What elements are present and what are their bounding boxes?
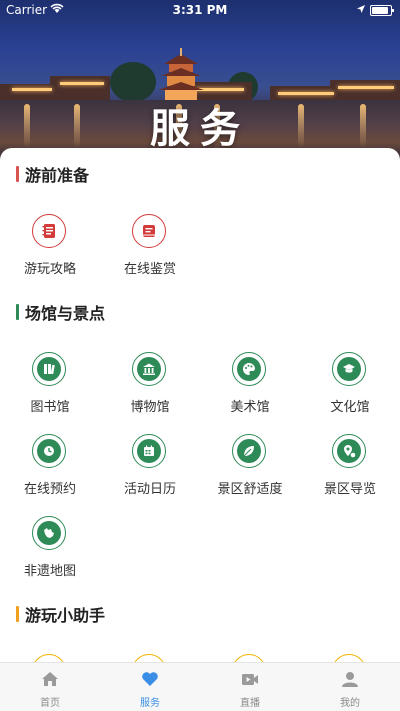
video-icon: [242, 674, 258, 685]
service-item-online-booking[interactable]: 在线预约: [0, 434, 100, 504]
tab-label: 服务: [140, 698, 160, 709]
service-item-label: 博物馆: [130, 400, 170, 415]
service-item-scenic-guide[interactable]: 景区导览: [300, 434, 400, 504]
section-title: 游玩小助手: [25, 606, 106, 625]
service-item-library[interactable]: 图书馆: [0, 352, 100, 422]
books-icon: [32, 352, 66, 386]
tab-label: 我的: [340, 698, 360, 709]
service-item-label: 图书馆: [30, 400, 70, 415]
museum-icon: [132, 352, 166, 386]
tab-live[interactable]: 直播: [200, 663, 300, 711]
service-item-museum[interactable]: 博物馆: [100, 352, 200, 422]
service-item-label: 游玩攻略: [23, 262, 76, 277]
calendar-icon: [132, 434, 166, 468]
section-header-assistant: 游玩小助手: [16, 604, 106, 625]
service-item-label: 非遗地图: [23, 564, 76, 579]
section-header-venues: 场馆与景点: [16, 302, 106, 323]
service-item-label: 文化馆: [330, 400, 370, 415]
status-bar: Carrier 3:31 PM: [0, 0, 400, 20]
service-item-label: 活动日历: [123, 482, 176, 497]
service-item-cultural-center[interactable]: 文化馆: [300, 352, 400, 422]
heart-icon: [142, 672, 158, 686]
location-arrow-icon: [356, 3, 366, 17]
notebook-icon: [32, 214, 66, 248]
service-item-scenic-comfort[interactable]: 景区舒适度: [200, 434, 300, 504]
page-title: 服务: [150, 106, 250, 152]
tab-mine[interactable]: 我的: [300, 663, 400, 711]
service-item-label: 景区导览: [323, 482, 376, 497]
service-item-heritage-map[interactable]: 非遗地图: [0, 516, 100, 586]
map-pin-icon: [332, 434, 366, 468]
service-item-art-gallery[interactable]: 美术馆: [200, 352, 300, 422]
service-item-label: 在线鉴赏: [123, 262, 176, 277]
palette-icon: [232, 352, 266, 386]
service-item-label: 美术馆: [230, 400, 270, 415]
service-item-event-calendar[interactable]: 活动日历: [100, 434, 200, 504]
service-item-label: 景区舒适度: [217, 482, 283, 497]
tab-services[interactable]: 服务: [100, 663, 200, 711]
section-title: 游前准备: [25, 166, 90, 185]
document-icon: [132, 214, 166, 248]
home-icon: [42, 672, 58, 686]
leaf-icon: [232, 434, 266, 468]
tab-bar: 首页 服务 直播 我的: [0, 662, 400, 711]
tab-label: 首页: [40, 698, 60, 709]
clock-icon: [32, 434, 66, 468]
status-time: 3:31 PM: [172, 3, 228, 17]
services-card: 游前准备 游玩攻略 在线鉴赏 场馆与景点 图书馆 博物馆 美术馆 文化馆 在线预…: [0, 148, 400, 668]
battery-icon: [370, 5, 394, 16]
service-item-label: 在线预约: [23, 482, 76, 497]
user-icon: [342, 672, 358, 687]
service-item-travel-guide[interactable]: 游玩攻略: [0, 214, 100, 284]
section-accent-bar: [16, 166, 19, 182]
section-accent-bar: [16, 606, 19, 622]
section-header-preparation: 游前准备: [16, 164, 90, 185]
graduation-cap-icon: [332, 352, 366, 386]
tab-label: 直播: [240, 698, 260, 709]
header-banner: Carrier 3:31 PM 服务: [0, 0, 400, 160]
section-accent-bar: [16, 304, 19, 320]
tab-home[interactable]: 首页: [0, 663, 100, 711]
service-item-online-appreciation[interactable]: 在线鉴赏: [100, 214, 200, 284]
region-map-icon: [32, 516, 66, 550]
section-title: 场馆与景点: [25, 304, 106, 323]
